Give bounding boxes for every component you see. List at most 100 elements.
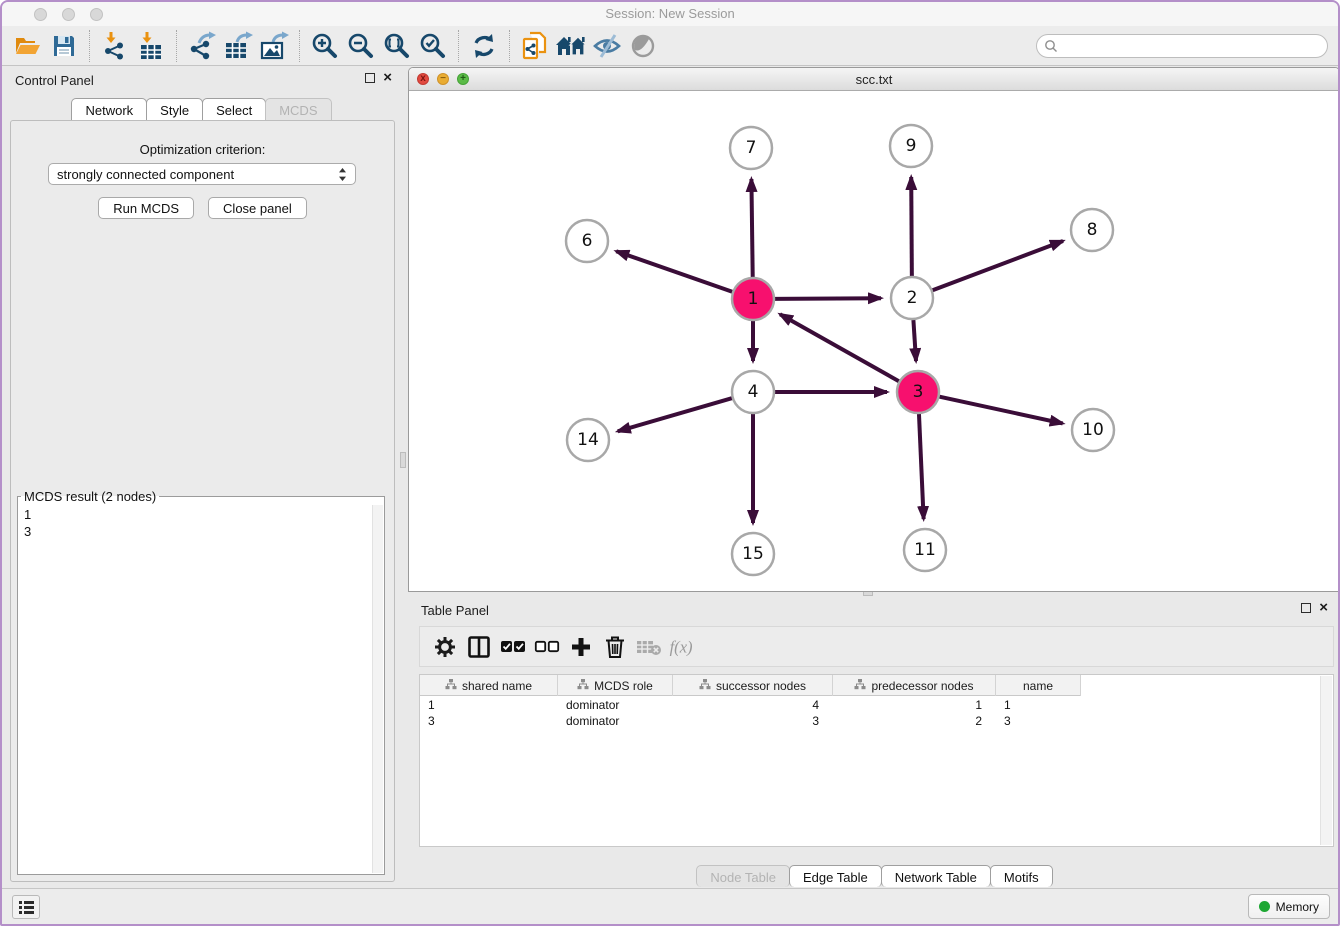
table-scrollbar[interactable] [1320, 676, 1332, 845]
table-cell[interactable]: 1 [420, 698, 558, 712]
node-label: 2 [907, 288, 918, 308]
table-cell[interactable]: 4 [673, 698, 833, 712]
duplicate-network-icon [521, 31, 549, 61]
network-window-titlebar[interactable]: x − + scc.txt [409, 68, 1339, 91]
close-panel-icon[interactable]: × [383, 72, 392, 83]
search-input[interactable] [1059, 37, 1327, 55]
toolbar-button-home-network[interactable] [553, 29, 589, 63]
result-scrollbar[interactable] [372, 505, 383, 873]
export-network-icon [187, 31, 217, 61]
search-box[interactable] [1036, 34, 1328, 58]
toolbar-button-refresh[interactable] [466, 29, 502, 63]
import-network-icon [101, 31, 129, 61]
tab-node-table[interactable]: Node Table [696, 865, 790, 887]
column-label: MCDS role [594, 679, 653, 693]
column-header-shared-name[interactable]: shared name [420, 675, 558, 696]
toolbar-button-show-all [625, 29, 661, 63]
memory-label: Memory [1276, 900, 1319, 914]
graph-edge-2-9[interactable] [911, 177, 912, 276]
import-table-icon [137, 31, 165, 61]
column-header-successor-nodes[interactable]: successor nodes [673, 675, 833, 696]
table-toolbar-button-column-sizing[interactable] [464, 632, 494, 662]
graph-edge-3-10[interactable] [939, 397, 1062, 424]
column-header-predecessor-nodes[interactable]: predecessor nodes [833, 675, 996, 696]
graph-node-6[interactable]: 6 [566, 220, 608, 262]
graph-node-3[interactable]: 3 [897, 371, 939, 413]
optimization-criterion-select[interactable]: strongly connected component [48, 163, 356, 185]
toolbar-button-zoom-in[interactable] [307, 29, 343, 63]
toolbar-button-export-network[interactable] [184, 29, 220, 63]
graph-node-7[interactable]: 7 [730, 127, 772, 169]
graph-node-11[interactable]: 11 [904, 529, 946, 571]
mcds-panel: Optimization criterion: strongly connect… [10, 120, 395, 882]
run-mcds-button[interactable]: Run MCDS [98, 197, 194, 219]
table-cell[interactable]: dominator [558, 714, 673, 728]
close-table-panel-icon[interactable]: × [1319, 602, 1328, 613]
table-cell[interactable]: 3 [996, 714, 1081, 728]
table-cell[interactable]: 2 [833, 714, 996, 728]
table-panel-title: Table Panel [421, 603, 489, 618]
toolbar-button-import-network[interactable] [97, 29, 133, 63]
table-header-row: shared name MCDS role successor nodesprede… [420, 675, 1081, 696]
toolbar-button-duplicate-network[interactable] [517, 29, 553, 63]
toolbar-button-export-table[interactable] [220, 29, 256, 63]
tab-motifs[interactable]: Motifs [990, 865, 1053, 887]
graph-node-15[interactable]: 15 [732, 533, 774, 575]
table-cell[interactable]: 3 [420, 714, 558, 728]
graph-edge-1-7[interactable] [751, 179, 752, 277]
toolbar-button-zoom-fit[interactable] [379, 29, 415, 63]
graph-edge-1-2[interactable] [775, 298, 881, 299]
graph-node-2[interactable]: 2 [891, 277, 933, 319]
task-history-button[interactable] [12, 895, 40, 919]
table-row[interactable]: 3dominator323 [420, 713, 1319, 729]
graph-edge-1-6[interactable] [616, 251, 732, 292]
table-toolbar-button-deselect-all[interactable] [532, 632, 562, 662]
toolbar-button-import-table[interactable] [133, 29, 169, 63]
network-canvas[interactable]: 7 9 6 8 1 2 4 3 14 10 15 11 [409, 91, 1339, 591]
tab-network[interactable]: Network [71, 98, 147, 120]
table-toolbar-button-select-all[interactable] [498, 632, 528, 662]
table-cell[interactable]: 1 [996, 698, 1081, 712]
graph-edge-3-1[interactable] [780, 314, 899, 381]
tab-select[interactable]: Select [202, 98, 266, 120]
toolbar-button-hide-selected[interactable] [589, 29, 625, 63]
table-toolbar-button-add-column[interactable] [566, 632, 596, 662]
table-cell[interactable]: 3 [673, 714, 833, 728]
tab-mcds[interactable]: MCDS [265, 98, 331, 120]
toolbar-button-open-file[interactable] [10, 29, 46, 63]
float-panel-icon[interactable] [365, 73, 375, 83]
tab-edge-table[interactable]: Edge Table [789, 865, 882, 887]
toolbar-button-save-session[interactable] [46, 29, 82, 63]
close-panel-button[interactable]: Close panel [208, 197, 307, 219]
graph-node-8[interactable]: 8 [1071, 209, 1113, 251]
node-label: 11 [914, 540, 936, 560]
toolbar-button-zoom-selected[interactable] [415, 29, 451, 63]
graph-node-10[interactable]: 10 [1072, 409, 1114, 451]
table-row[interactable]: 1dominator411 [420, 697, 1319, 713]
column-header-name[interactable]: name [996, 675, 1081, 696]
toolbar-button-export-image[interactable] [256, 29, 292, 63]
deselect-all-icon [534, 639, 560, 655]
graph-edge-2-8[interactable] [933, 241, 1063, 290]
graph-node-1[interactable]: 1 [732, 278, 774, 320]
graph-edge-2-3[interactable] [913, 320, 916, 361]
graph-edge-4-14[interactable] [618, 398, 732, 431]
tab-style[interactable]: Style [146, 98, 203, 120]
table-cell[interactable]: dominator [558, 698, 673, 712]
table-cell[interactable]: 1 [833, 698, 996, 712]
graph-node-4[interactable]: 4 [732, 371, 774, 413]
column-header-MCDS-role[interactable]: MCDS role [558, 675, 673, 696]
vertical-splitter-handle[interactable] [400, 452, 406, 468]
float-table-panel-icon[interactable] [1301, 603, 1311, 613]
zoom-in-icon [311, 32, 339, 60]
graph-node-14[interactable]: 14 [567, 419, 609, 461]
graph-node-9[interactable]: 9 [890, 125, 932, 167]
hide-selected-icon [592, 32, 622, 60]
graph-edge-3-11[interactable] [919, 414, 924, 519]
tab-network-table[interactable]: Network Table [881, 865, 991, 887]
toolbar-separator [299, 30, 300, 62]
table-toolbar-button-settings-gear[interactable] [430, 632, 460, 662]
toolbar-button-zoom-out[interactable] [343, 29, 379, 63]
memory-button[interactable]: Memory [1248, 894, 1330, 919]
table-toolbar-button-delete-column[interactable] [600, 632, 630, 662]
